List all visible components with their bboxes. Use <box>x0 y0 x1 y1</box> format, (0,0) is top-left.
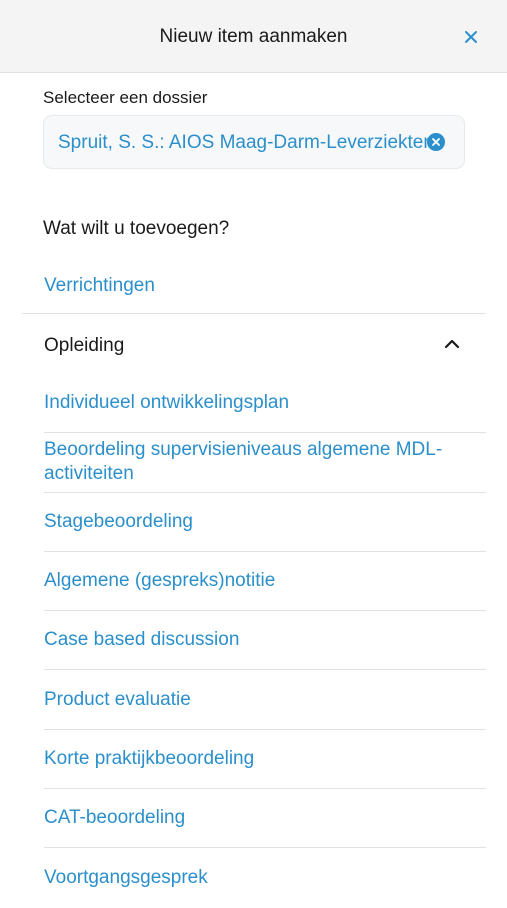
list-item[interactable]: Stagebeoordeling <box>44 493 486 552</box>
section-question: Wat wilt u toevoegen? <box>43 218 230 239</box>
dossier-label: Selecteer een dossier <box>43 88 208 107</box>
list-item[interactable]: Algemene (gespreks)notitie <box>44 552 486 612</box>
list-item[interactable]: Product evaluatie <box>44 670 486 730</box>
list-item-label[interactable]: Stagebeoordeling <box>44 510 193 534</box>
close-icon <box>465 31 477 43</box>
clear-icon[interactable] <box>427 133 445 151</box>
list-item-label[interactable]: Voortgangsgesprek <box>44 866 208 890</box>
list-item-label[interactable]: Korte praktijkbeoordeling <box>44 747 254 771</box>
list-item[interactable]: CAT-beoordeling <box>44 789 486 849</box>
opleiding-section-toggle[interactable]: Opleiding <box>22 314 486 374</box>
opleiding-list: Individueel ontwikkelingsplan Beoordelin… <box>44 374 486 908</box>
list-item-label[interactable]: Individueel ontwikkelingsplan <box>44 391 289 415</box>
close-button[interactable] <box>458 24 484 50</box>
list-item-label[interactable]: CAT-beoordeling <box>44 806 185 830</box>
page-title: Nieuw item aanmaken <box>159 26 348 47</box>
section-title: Opleiding <box>44 335 125 356</box>
list-item[interactable]: Beoordeling supervisieniveaus algemene M… <box>44 433 486 493</box>
modal-header: Nieuw item aanmaken <box>0 0 507 73</box>
list-item-label[interactable]: Case based discussion <box>44 628 239 652</box>
dossier-value: Spruit, S. S.: AIOS Maag-Darm-Leverziekt… <box>58 132 434 153</box>
list-item-label[interactable]: Beoordeling supervisieniveaus algemene M… <box>44 438 486 486</box>
list-item[interactable]: Case based discussion <box>44 611 486 671</box>
list-item-label[interactable]: Product evaluatie <box>44 688 191 712</box>
dossier-select[interactable]: Spruit, S. S.: AIOS Maag-Darm-Leverziekt… <box>43 115 465 169</box>
list-item[interactable]: Voortgangsgesprek <box>44 848 486 907</box>
list-item[interactable]: Korte praktijkbeoordeling <box>44 730 486 790</box>
list-item[interactable]: Individueel ontwikkelingsplan <box>44 374 486 434</box>
chevron-up-icon <box>444 339 460 349</box>
verrichtingen-link[interactable]: Verrichtingen <box>44 275 155 297</box>
clear-x-icon <box>432 138 440 146</box>
list-item-label[interactable]: Algemene (gespreks)notitie <box>44 569 275 593</box>
